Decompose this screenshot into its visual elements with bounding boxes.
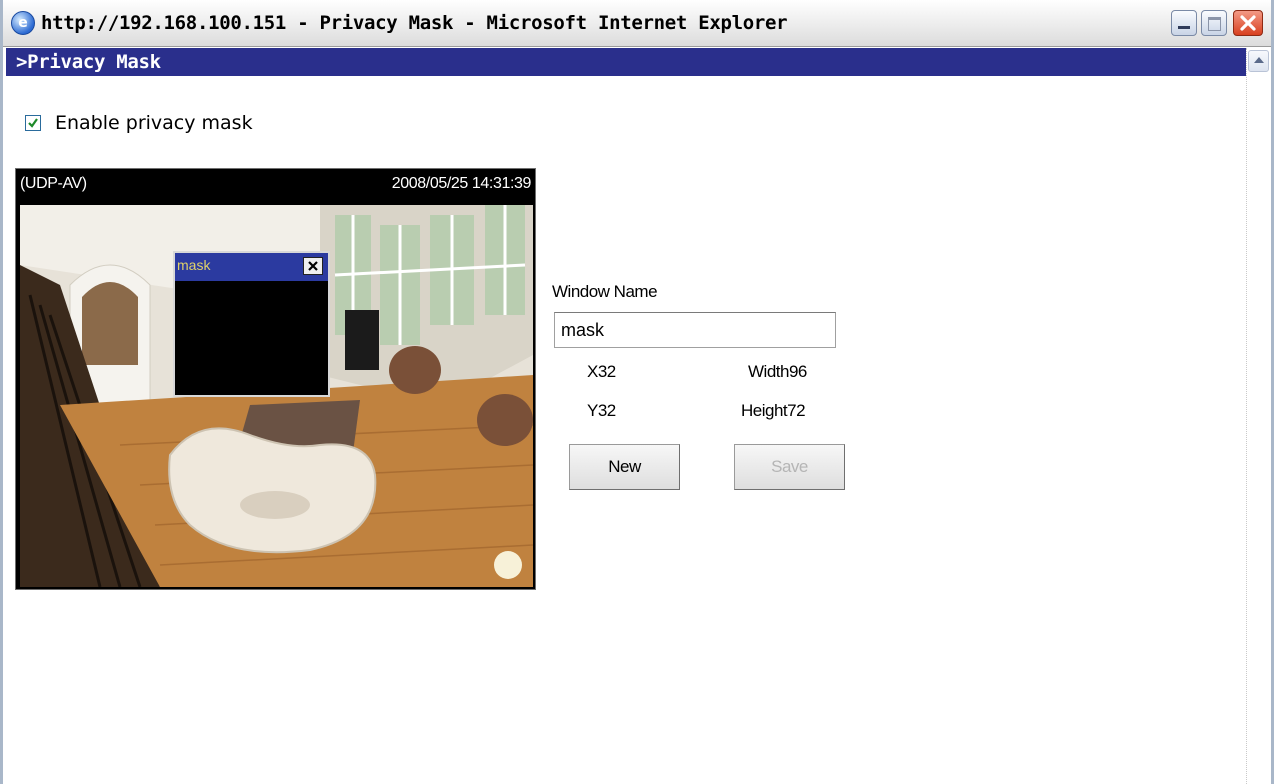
close-button[interactable] (1233, 10, 1263, 36)
mask-window-titlebar[interactable]: mask (175, 253, 328, 281)
enable-privacy-mask-checkbox[interactable] (25, 115, 41, 131)
ie-icon: e (11, 11, 35, 35)
width-value: Width96 (748, 362, 807, 381)
section-header: >Privacy Mask (6, 48, 1246, 76)
window-title: http://192.168.100.151 - Privacy Mask - … (41, 12, 788, 34)
close-icon (1240, 15, 1256, 31)
y-value: Y32 (587, 401, 616, 420)
video-timestamp: 2008/05/25 14:31:39 (391, 175, 532, 192)
x-value: X32 (587, 362, 616, 381)
checkmark-icon (28, 118, 38, 128)
video-header: (UDP-AV) 2008/05/25 14:31:39 (16, 169, 535, 201)
save-button[interactable]: Save (734, 444, 845, 490)
video-viewer[interactable]: (UDP-AV) 2008/05/25 14:31:39 mask (15, 168, 536, 590)
window-name-input[interactable] (554, 312, 836, 348)
new-button[interactable]: New (569, 444, 680, 490)
close-icon (308, 261, 318, 271)
height-value: Height72 (741, 401, 806, 420)
enable-privacy-mask-label: Enable privacy mask (55, 112, 253, 134)
privacy-mask-window[interactable]: mask (173, 251, 330, 397)
window-name-label: Window Name (552, 282, 658, 301)
minimize-button[interactable] (1171, 10, 1197, 36)
stream-mode-label: (UDP-AV) (20, 175, 87, 192)
mask-window-name: mask (177, 257, 211, 273)
scroll-up-button[interactable] (1248, 50, 1269, 72)
section-title: >Privacy Mask (16, 51, 161, 73)
maximize-button[interactable] (1201, 10, 1227, 36)
vertical-scrollbar[interactable] (1246, 48, 1271, 784)
mask-close-button[interactable] (303, 257, 323, 275)
title-bar[interactable]: e http://192.168.100.151 - Privacy Mask … (3, 0, 1271, 47)
browser-window: e http://192.168.100.151 - Privacy Mask … (0, 0, 1274, 784)
